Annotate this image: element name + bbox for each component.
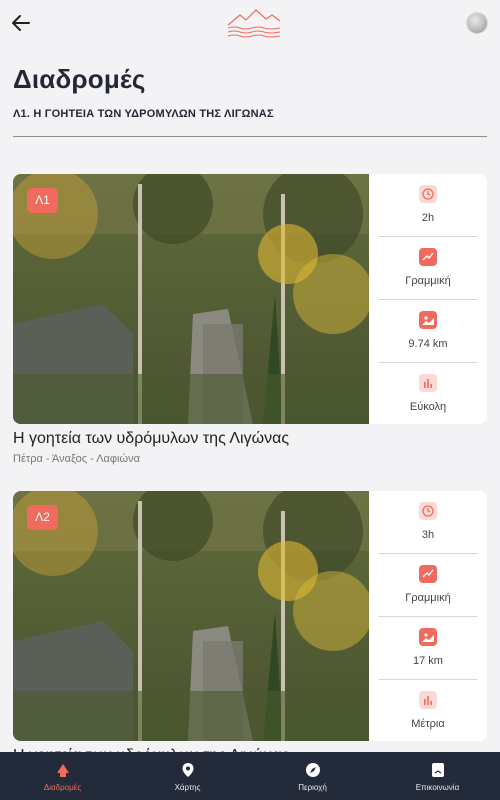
map-pin-icon	[182, 763, 193, 777]
nav-routes[interactable]: Διαδρομές	[0, 752, 125, 800]
duration-stat: 2h	[379, 174, 477, 236]
back-arrow-icon[interactable]	[10, 12, 32, 34]
route-card-l2[interactable]: Λ2 3h Γραμμική 17 km Μέτρια	[13, 491, 487, 765]
clock-icon	[419, 185, 437, 203]
routes-icon	[56, 764, 69, 777]
nav-area[interactable]: Περιοχή	[250, 752, 375, 800]
top-bar	[0, 0, 500, 48]
route-card-l1[interactable]: Λ1 2h Γραμμική 9.74 km Εύκολη Η γοητεία …	[13, 174, 487, 465]
route-stats: 3h Γραμμική 17 km Μέτρια	[369, 491, 487, 741]
route-subtitle: Λ1. Η ΓΟΗΤΕΙΑ ΤΩΝ ΥΔΡΟΜΥΛΩΝ ΤΗΣ ΛΙΓΩΝΑΣ	[13, 108, 274, 120]
difficulty-stat: Μέτρια	[379, 680, 477, 741]
route-places: Πέτρα - Άναξος - Λαφιώνα	[13, 453, 140, 465]
distance-stat: 9.74 km	[379, 300, 477, 362]
trend-icon	[419, 565, 437, 583]
page-title: Διαδρομές	[13, 64, 146, 94]
trend-icon	[419, 248, 437, 266]
route-stats: 2h Γραμμική 9.74 km Εύκολη	[369, 174, 487, 424]
divider	[13, 136, 487, 137]
contact-icon	[431, 763, 444, 777]
nav-map[interactable]: Χάρτης	[125, 752, 250, 800]
distance-stat: 17 km	[379, 617, 477, 679]
route-photo: Λ2	[13, 491, 369, 741]
duration-stat: 3h	[379, 491, 477, 553]
type-stat: Γραμμική	[379, 237, 477, 299]
route-title[interactable]: Η γοητεία των υδρόμυλων της Λιγώνας	[13, 430, 487, 448]
bottom-nav: Διαδρομές Χάρτης Περιοχή Επικοινωνία	[0, 752, 500, 800]
nav-contact[interactable]: Επικοινωνία	[375, 752, 500, 800]
type-stat: Γραμμική	[379, 554, 477, 616]
image-icon	[419, 628, 437, 646]
chart-icon	[419, 691, 437, 709]
image-icon	[419, 311, 437, 329]
route-badge: Λ2	[27, 505, 58, 530]
difficulty-stat: Εύκολη	[379, 363, 477, 424]
chart-icon	[419, 374, 437, 392]
route-photo: Λ1	[13, 174, 369, 424]
clock-icon	[419, 502, 437, 520]
compass-icon	[305, 763, 320, 777]
avatar[interactable]	[467, 13, 487, 33]
mountain-logo-icon	[227, 9, 281, 38]
route-badge: Λ1	[27, 188, 58, 213]
